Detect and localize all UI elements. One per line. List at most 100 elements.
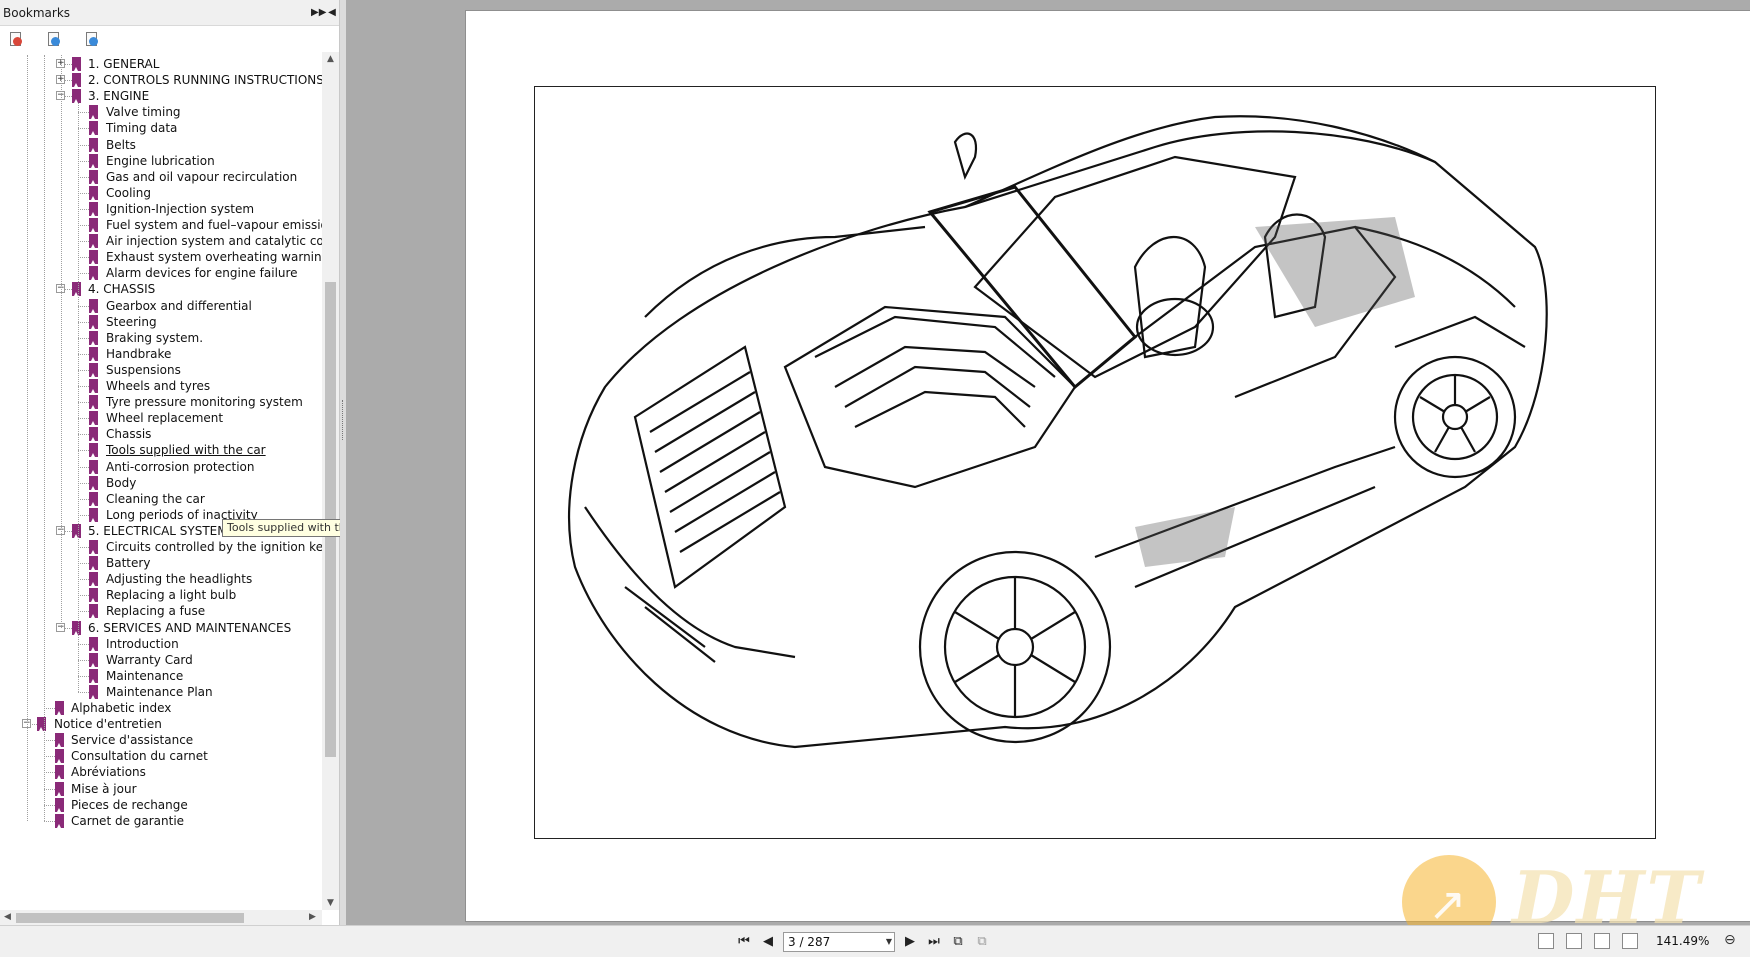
bookmark-icon [89, 427, 98, 442]
bookmark-icon [89, 379, 98, 393]
tree-connector [44, 788, 55, 790]
continuous-facing-icon[interactable] [1622, 933, 1638, 949]
bookmark-icon [72, 523, 81, 538]
bookmark-icon [89, 346, 98, 361]
bookmark-icon [89, 201, 98, 216]
bookmarks-horizontal-scrollbar[interactable]: ◀ ▶ [0, 910, 322, 925]
tree-guide-line [27, 55, 28, 821]
tree-connector [78, 337, 89, 339]
bookmark-icon [89, 604, 98, 619]
scroll-right-icon[interactable]: ▶ [305, 910, 320, 925]
bookmark-icon [89, 137, 98, 152]
page-number-field[interactable]: 3 / 287 ▼ [783, 932, 895, 952]
tree-connector [44, 804, 55, 806]
bookmark-icon [89, 443, 98, 458]
tree-connector [78, 386, 89, 387]
bookmark-icon [89, 540, 98, 554]
bookmarks-tree: +1. GENERAL +2. CONTROLS RUNNING INSTRUCT… [0, 52, 325, 910]
tree-connector [78, 208, 89, 210]
zoom-level[interactable]: 141.49% [1656, 934, 1709, 948]
bookmark-icon [89, 362, 98, 377]
bookmarks-panel: Bookmarks ▶▶ ◀ +1. GENERAL +2. CONTROLS R… [0, 0, 379, 925]
bookmark-icon [89, 314, 98, 329]
bookmark-icon [55, 813, 64, 828]
tree-connector [78, 482, 89, 484]
bookmark-icon [89, 105, 98, 120]
tree-guide-line [78, 103, 79, 692]
bookmark-icon [89, 121, 98, 136]
tree-connector [78, 498, 89, 500]
scroll-up-icon[interactable]: ▲ [322, 52, 339, 66]
tree-connector [78, 514, 89, 516]
tree-connector [44, 772, 55, 774]
tree-connector [78, 579, 89, 581]
tree-connector [44, 708, 55, 709]
bookmarks-title: Bookmarks [3, 5, 71, 20]
previous-page-icon[interactable]: ◀ [759, 933, 777, 951]
tree-connector [78, 160, 89, 162]
next-page-icon[interactable]: ▶ [901, 933, 919, 951]
tree-connector [78, 321, 89, 323]
tree-guide-line [61, 55, 62, 628]
tree-connector [44, 740, 55, 742]
page-number-value: 3 / 287 [788, 935, 831, 949]
bookmark-icon [55, 749, 64, 764]
bookmark-icon [89, 652, 98, 667]
zoom-out-icon[interactable]: ⊖ [1724, 932, 1736, 948]
chevron-left-icon[interactable]: ◀ [325, 7, 339, 18]
bookmark-icon [89, 475, 98, 490]
bookmark-icon [89, 684, 98, 699]
tree-connector [78, 595, 89, 597]
bookmark-icon [89, 153, 98, 168]
scroll-down-icon[interactable]: ▼ [322, 896, 339, 910]
bookmark-icon [72, 282, 81, 297]
bookmark-icon [89, 556, 98, 571]
scroll-left-icon[interactable]: ◀ [0, 910, 15, 925]
tree-connector [78, 563, 89, 565]
bookmark-icon [89, 491, 98, 506]
continuous-page-icon[interactable] [1566, 933, 1582, 949]
options-bookmark-icon[interactable] [46, 31, 62, 47]
tree-connector [78, 691, 89, 693]
pdf-viewer-window: Bookmarks ▶▶ ◀ +1. GENERAL +2. CONTROLS R… [0, 0, 1750, 957]
chevron-down-icon[interactable]: ▼ [886, 933, 892, 951]
bookmark-icon [89, 572, 98, 587]
bookmark-label: Carnet de garantie [71, 813, 185, 828]
page-navigation: ⏮ ◀ 3 / 287 ▼ ▶ ⏭ ⧉ ⧉ [735, 932, 991, 952]
tree-connector [78, 675, 89, 677]
bookmark-icon [89, 185, 98, 200]
bookmark-icon [55, 797, 64, 812]
bookmark-icon [89, 298, 98, 313]
bookmark-icon [72, 57, 81, 71]
double-chevron-right-icon[interactable]: ▶▶ [311, 7, 326, 18]
hscrollbar-thumb[interactable] [16, 913, 244, 923]
bookmark-icon [89, 668, 98, 683]
tree-guide-line [44, 55, 45, 821]
bookmark-icon [72, 620, 81, 635]
last-page-icon[interactable]: ⏭ [925, 933, 943, 951]
tree-connector [78, 402, 89, 404]
single-page-icon[interactable] [1538, 933, 1554, 949]
tree-connector [44, 756, 55, 758]
bookmark-icon [72, 73, 81, 88]
bookmark-icon [55, 765, 64, 780]
bookmark-icon [89, 636, 98, 651]
status-bar: ⏮ ◀ 3 / 287 ▼ ▶ ⏭ ⧉ ⧉ 141.49% ⊖ [0, 925, 1750, 957]
next-view-icon[interactable]: ⧉ [973, 933, 991, 951]
first-page-icon[interactable]: ⏮ [735, 933, 753, 951]
bookmarks-header: Bookmarks ▶▶ ◀ [0, 0, 339, 26]
expand-bookmark-icon[interactable] [8, 31, 24, 47]
bookmark-icon [89, 234, 98, 249]
facing-pages-icon[interactable] [1594, 933, 1610, 949]
bookmark-icon [72, 89, 81, 104]
tree-connector [78, 450, 89, 452]
tree-connector [78, 128, 89, 130]
bookmarks-vertical-scrollbar[interactable]: ▲ ▼ [322, 52, 339, 910]
bookmark-item[interactable]: Carnet de garantie [0, 812, 325, 830]
tree-connector [78, 466, 89, 468]
bookmark-icon [89, 507, 98, 522]
previous-view-icon[interactable]: ⧉ [949, 933, 967, 951]
find-bookmark-icon[interactable] [84, 31, 100, 47]
car-cutaway-drawing [568, 115, 1548, 749]
tree-connector [44, 820, 55, 822]
